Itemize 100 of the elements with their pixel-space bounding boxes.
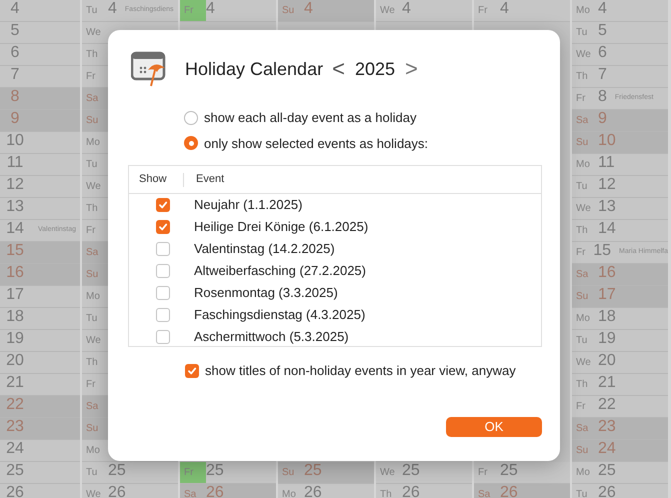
day-number: 26 [500,486,518,498]
day-number: 8 [598,90,607,103]
weekday-label: We [86,180,102,194]
day-number: 20 [598,354,616,367]
weekday-label: Tu [576,334,588,348]
holiday-highlight [180,462,206,483]
day-number: 7 [10,68,20,81]
day-number: 9 [10,112,20,125]
day-number: 22 [5,398,25,411]
day-number: 16 [598,266,616,279]
weekday-label: Th [380,488,393,498]
day-number: 17 [5,288,25,301]
day-number: 4 [304,2,313,15]
radio-label: show each all-day event as a holiday [204,109,416,127]
weekday-label: Tu [576,180,588,194]
day-number: 4 [108,2,117,15]
event-name: Altweiberfasching (27.2.2025) [194,262,366,280]
weekday-label: Th [86,48,99,62]
show-checkbox[interactable] [156,242,170,256]
show-checkbox[interactable] [156,264,170,278]
weekday-label: Su [282,466,296,480]
show-checkbox[interactable] [156,220,170,234]
year-label: 2025 [354,58,395,80]
weekday-label: Fr [576,92,586,106]
weekday-label: Mo [576,466,591,480]
radio-button[interactable] [184,136,198,150]
weekday-label: Su [86,422,100,436]
show-titles-checkbox[interactable] [185,364,199,378]
weekday-label: We [576,202,592,216]
day-number: 4 [10,2,20,15]
day-number: 20 [5,354,25,367]
day-number: 25 [108,464,126,477]
day-number: 16 [5,266,25,279]
weekday-label: Fr [576,246,586,260]
day-number: 26 [402,486,420,498]
holiday-highlight [180,0,206,21]
day-number: 26 [304,486,322,498]
day-number: 26 [206,486,224,498]
day-number: 12 [598,178,616,191]
next-year-button[interactable]: > [404,58,418,80]
day-number: 9 [598,112,607,125]
weekday-label: Su [86,114,100,128]
weekday-label: We [86,26,102,40]
day-number: 25 [304,464,322,477]
weekday-label: Fr [184,466,194,480]
weekday-label: Tu [86,312,98,326]
weekday-label: Mo [86,136,101,150]
day-number: 4 [206,2,215,15]
show-checkbox[interactable] [156,286,170,300]
day-number: 14 [5,222,25,235]
weekday-label: Sa [184,488,198,498]
weekday-label: Th [576,378,589,392]
day-number: 19 [5,332,25,345]
checkmark-icon [158,200,168,210]
day-number: 18 [598,310,616,323]
day-number: 15 [5,244,25,257]
radio-label: only show selected events as holidays: [204,134,428,153]
weekday-label: We [380,4,396,18]
show-checkbox[interactable] [156,198,170,212]
radio-button[interactable] [184,110,198,125]
day-number: 26 [108,486,126,498]
day-number: 11 [598,156,615,169]
weekday-label: Fr [86,378,96,392]
weekday-label: We [86,488,102,498]
weekday-label: Su [576,444,590,458]
weekday-label: Th [86,202,99,216]
show-checkbox[interactable] [156,330,170,344]
day-number: 6 [10,46,20,59]
weekday-label: Th [86,356,99,370]
day-number: 10 [598,134,616,147]
day-number: 19 [598,332,616,345]
weekday-label: Mo [576,158,591,172]
column-header: Show [138,172,168,188]
day-number: 12 [5,178,25,191]
day-number: 25 [500,464,518,477]
day-number: 21 [598,376,616,389]
day-number: 25 [206,464,224,477]
weekday-label: Sa [86,92,100,106]
weekday-label: We [380,466,396,480]
weekday-label: We [86,334,102,348]
weekday-label: Sa [478,488,492,498]
checkmark-icon [158,222,168,232]
day-number: 6 [598,46,607,59]
day-number: 25 [402,464,420,477]
show-checkbox[interactable] [156,308,170,322]
weekday-label: Th [576,224,589,238]
day-number: 21 [5,376,25,389]
event-name: Aschermittwoch (5.3.2025) [194,328,349,346]
weekday-label: Su [282,4,296,18]
day-number: 10 [5,134,25,147]
event-name: Heilige Drei Könige (6.1.2025) [194,218,368,236]
event-name: Neujahr (1.1.2025) [194,196,302,214]
weekday-label: Fr [576,400,586,414]
column-header: Event [195,172,224,188]
day-number: 5 [598,24,607,37]
weekday-label: Tu [86,4,98,18]
previous-year-button[interactable]: < [332,58,345,80]
weekday-label: Fr [86,224,96,238]
weekday-label: Fr [478,4,488,18]
ok-button[interactable]: OK [446,416,542,436]
